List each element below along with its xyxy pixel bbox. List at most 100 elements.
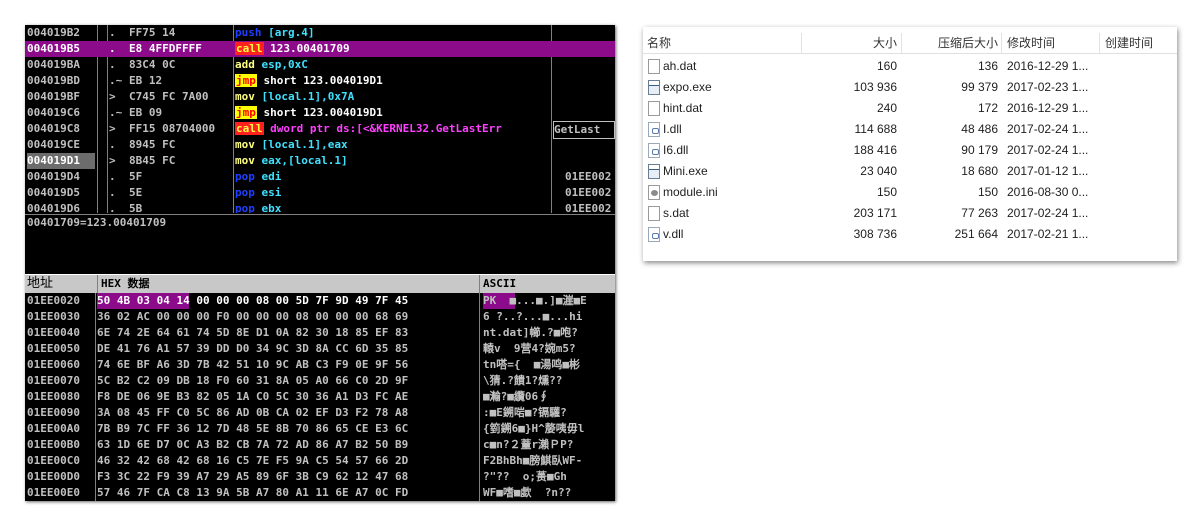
disasm-row[interactable]: 004019BF > C745 FC 7A00 mov [local.1],0x7A	[25, 89, 615, 105]
column-compressed-size[interactable]: 压缩后大小	[938, 33, 998, 53]
column-created[interactable]: 创建时间	[1105, 33, 1153, 53]
disasm-address: 004019C8	[27, 122, 80, 135]
dump-header: 地址 HEX 数据 ASCII	[25, 274, 615, 293]
dump-row[interactable]: 01EE0020 50 4B 03 04 14 00 00 00 08 00 5D…	[25, 293, 615, 309]
disasm-row[interactable]: 004019D6. 5B pop ebx 01EE002	[25, 201, 615, 213]
file-size: 308 736	[853, 227, 897, 241]
file-modified: 2016-08-30 0...	[1007, 185, 1089, 199]
disassembly-pane[interactable]: 004019B2. FF75 14 push [arg.4] 004019B5. E8 …	[25, 25, 615, 213]
file-name: ah.dat	[663, 59, 697, 73]
dump-row[interactable]: 01EE0090 3A 08 45 FF C0 5C 86 AD 0B CA 02…	[25, 405, 615, 421]
dump-row[interactable]: 01EE0070 5C B2 C2 09 DB 18 F0 60 31 8A 05…	[25, 373, 615, 389]
disasm-bytes: FF75 14	[129, 26, 176, 39]
dump-row[interactable]: 01EE00D0 F3 3C 22 F9 39 A7 29 A5 89 6F 3B…	[25, 469, 615, 485]
file-name: I.dll	[663, 122, 682, 136]
disasm-row[interactable]: 004019BA. 83C4 0C add esp,0xC	[25, 57, 615, 73]
dump-row[interactable]: 01EE0050 DE 41 76 A1 57 39 DD D0 34 9C 3D…	[25, 341, 615, 357]
disasm-mnemonic: call	[235, 122, 264, 135]
disasm-instruction: pop esi	[235, 185, 615, 201]
dump-header-address[interactable]: 地址	[25, 275, 98, 293]
dump-hex-bytes: 5C B2 C2 09 DB 18 F0 60 31 8A 05 A0 66 C…	[97, 374, 409, 387]
file-name: Mini.exe	[663, 164, 708, 178]
disasm-operand: short 123.004019D1	[263, 106, 383, 119]
dump-address: 01EE00D0	[27, 470, 80, 483]
column-name[interactable]: 名称	[647, 33, 671, 53]
debugger-window: 004019B2. FF75 14 push [arg.4] 004019B5. E8 …	[25, 25, 615, 501]
file-row[interactable]: hint.dat 240 172 2016-12-29 1...	[643, 98, 1177, 119]
file-compressed-size: 77 263	[961, 206, 998, 220]
dump-hex-bytes: 46 32 42 68 42 68 16 C5 7E F5 9A C5 54 5…	[97, 454, 409, 467]
dump-header-hex[interactable]: HEX 数据	[98, 275, 480, 293]
disasm-mnemonic: push	[235, 26, 262, 39]
dump-row[interactable]: 01EE00B0 63 1D 6E D7 0C A3 B2 CB 7A 72 AD…	[25, 437, 615, 453]
disasm-row[interactable]: 004019C8 > FF15 08704000 call dword ptr ds:…	[25, 121, 615, 139]
disasm-row[interactable]: 004019D5. 5E pop esi 01EE002	[25, 185, 615, 201]
dump-address: 01EE0060	[27, 358, 80, 371]
column-modified[interactable]: 修改时间	[1007, 33, 1055, 53]
disasm-branch-mark: >	[109, 90, 116, 103]
file-row[interactable]: s.dat 203 171 77 263 2017-02-24 1...	[643, 203, 1177, 224]
disasm-instruction: pop edi	[235, 169, 615, 185]
disasm-row[interactable]: 004019B5. E8 4FFDFFFF call 123.00401709	[25, 41, 615, 57]
disasm-row[interactable]: 004019D1 >8B45 FC mov eax,[local.1]	[25, 153, 615, 169]
dump-row[interactable]: 01EE0030 36 02 AC 00 00 00 F0 00 00 00 08…	[25, 309, 615, 325]
dump-address: 01EE0050	[27, 342, 80, 355]
column-separator[interactable]	[1099, 33, 1100, 53]
file-row[interactable]: ah.dat 160 136 2016-12-29 1...	[643, 56, 1177, 77]
column-separator[interactable]	[1001, 33, 1002, 53]
disasm-operand: [arg.4]	[268, 26, 315, 39]
file-name: expo.exe	[663, 80, 712, 94]
disasm-operand: esp,0xC	[261, 58, 308, 71]
dump-row[interactable]: 01EE00C0 46 32 42 68 42 68 16 C5 7E F5 9A…	[25, 453, 615, 469]
file-icon	[648, 206, 660, 221]
file-row[interactable]: expo.exe 103 936 99 379 2017-02-23 1...	[643, 77, 1177, 98]
disasm-address: 004019D5	[27, 186, 80, 199]
disasm-operand: ebx	[261, 202, 282, 213]
dump-ascii: {箌鎙6■}H^嫠咦毋l	[483, 422, 585, 435]
dump-header-ascii[interactable]: ASCII	[480, 275, 615, 293]
disasm-branch-mark: .	[109, 42, 116, 55]
file-row[interactable]: module.ini 150 150 2016-08-30 0...	[643, 182, 1177, 203]
exe-icon	[648, 80, 660, 95]
file-list-header: 名称 大小 压缩后大小 修改时间 创建时间	[643, 33, 1177, 54]
disasm-branch-mark: .	[109, 202, 116, 213]
disasm-bytes: 5F	[129, 170, 143, 183]
dump-row[interactable]: 01EE00E0 57 46 7F CA C8 13 9A 5B A7 80 A1…	[25, 485, 615, 501]
file-compressed-size: 150	[977, 185, 998, 199]
dump-row[interactable]: 01EE0060 74 6E BF A6 3D 7B 42 51 10 9C AB…	[25, 357, 615, 373]
file-list-window: 名称 大小 压缩后大小 修改时间 创建时间 ah.dat 160 136 2016-1…	[643, 27, 1177, 261]
file-row[interactable]: I6.dll 188 416 90 179 2017-02-24 1...	[643, 140, 1177, 161]
column-separator[interactable]	[801, 33, 802, 53]
disasm-instruction: mov [local.1],0x7A	[235, 89, 615, 105]
dump-ascii: 6 ̄?..?...■...hi	[483, 310, 583, 323]
disasm-row[interactable]: 004019D4. 5F pop edi 01EE002	[25, 169, 615, 185]
file-name: s.dat	[663, 206, 690, 220]
disasm-branch-mark: .	[109, 58, 116, 71]
disasm-row[interactable]: 004019CE. 8945 FC mov [local.1],eax	[25, 137, 615, 153]
hex-dump-pane[interactable]: 01EE0020 50 4B 03 04 14 00 00 00 08 00 5D…	[25, 293, 615, 501]
dump-ascii: c■n?２蕫r瀨ＰP?	[483, 438, 574, 451]
dump-address: 01EE0070	[27, 374, 80, 387]
column-size[interactable]: 大小	[873, 33, 897, 53]
file-row[interactable]: I.dll 114 688 48 486 2017-02-24 1...	[643, 119, 1177, 140]
dump-hex-bytes: 6E 74 2E 64 61 74 5D 8E D1 0A 82 30 18 8…	[97, 326, 409, 339]
disasm-operand: esi	[261, 186, 282, 199]
disasm-branch-mark: .	[109, 186, 116, 199]
disasm-row[interactable]: 004019C6 .~ EB 09 jmp short 123.004019D1	[25, 105, 615, 121]
disasm-branch-mark: .	[109, 170, 116, 183]
file-row[interactable]: Mini.exe 23 040 18 680 2017-01-12 1...	[643, 161, 1177, 182]
file-name: hint.dat	[663, 101, 703, 115]
disasm-address: 004019BF	[27, 90, 80, 103]
dump-row[interactable]: 01EE0040 6E 74 2E 64 61 74 5D 8E D1 0A 82…	[25, 325, 615, 341]
dump-row[interactable]: 01EE0080 F8 DE 06 9E B3 82 05 1A C0 5C 30…	[25, 389, 615, 405]
disasm-bytes: 83C4 0C	[129, 58, 176, 71]
disasm-instruction: call 123.00401709	[235, 41, 615, 57]
disasm-row[interactable]: 004019B2. FF75 14 push [arg.4]	[25, 25, 615, 41]
disasm-row[interactable]: 004019BD .~ EB 12 jmp short 123.004019D1	[25, 73, 615, 89]
file-modified: 2017-02-24 1...	[1007, 122, 1089, 136]
column-separator[interactable]	[901, 33, 902, 53]
dump-row[interactable]: 01EE00A0 7B B9 7C FF 36 12 7D 48 5E 8B 70…	[25, 421, 615, 437]
dump-address: 01EE00E0	[27, 486, 80, 499]
file-row[interactable]: v.dll 308 736 251 664 2017-02-21 1...	[643, 224, 1177, 245]
disasm-branch-mark: .~	[109, 74, 123, 87]
